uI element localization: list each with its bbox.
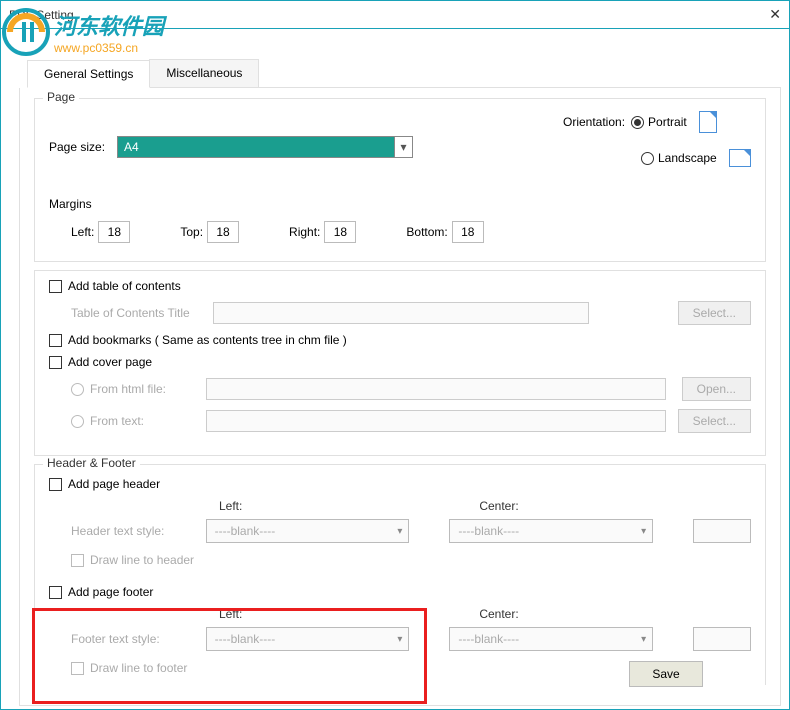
footer-right-combo[interactable] xyxy=(693,627,751,651)
margin-left-input[interactable] xyxy=(98,221,130,243)
chevron-down-icon: ▾ xyxy=(397,634,402,645)
margins-label: Margins xyxy=(49,197,751,211)
margin-bottom-label: Bottom: xyxy=(406,225,447,239)
header-footer-group: Header & Footer Add page header Left: Ce… xyxy=(34,464,766,685)
page-size-select[interactable]: A4 ▾ xyxy=(117,136,413,158)
page-group: Page Page size: A4 ▾ Orientation: Portra… xyxy=(34,98,766,262)
chevron-down-icon: ▾ xyxy=(394,137,412,157)
window-title: PDF Setting xyxy=(9,8,74,22)
chevron-down-icon: ▾ xyxy=(641,526,646,537)
radio-from-html[interactable] xyxy=(71,383,84,396)
add-footer-label: Add page footer xyxy=(68,585,153,599)
orientation-label: Orientation: xyxy=(563,115,625,129)
toc-select-button[interactable]: Select... xyxy=(678,301,751,325)
hf-col-center-2: Center: xyxy=(369,607,629,621)
radio-portrait[interactable] xyxy=(631,116,644,129)
add-toc-label: Add table of contents xyxy=(68,279,181,293)
header-right-combo[interactable] xyxy=(693,519,751,543)
page-size-label: Page size: xyxy=(49,140,117,154)
margin-bottom-input[interactable] xyxy=(452,221,484,243)
header-left-combo[interactable]: ----blank----▾ xyxy=(206,519,410,543)
header-center-combo[interactable]: ----blank----▾ xyxy=(449,519,653,543)
footer-left-combo[interactable]: ----blank----▾ xyxy=(206,627,410,651)
toc-group: Add table of contents Table of Contents … xyxy=(34,270,766,456)
checkbox-add-toc[interactable] xyxy=(49,280,62,293)
chevron-down-icon: ▾ xyxy=(641,634,646,645)
margin-right-label: Right: xyxy=(289,225,320,239)
title-bar: PDF Setting ✕ xyxy=(0,0,790,28)
checkbox-add-cover[interactable] xyxy=(49,356,62,369)
add-header-label: Add page header xyxy=(68,477,160,491)
from-text-input[interactable] xyxy=(206,410,666,432)
footer-style-label: Footer text style: xyxy=(71,632,206,646)
draw-line-footer-label: Draw line to footer xyxy=(90,661,187,675)
checkbox-add-bookmarks[interactable] xyxy=(49,334,62,347)
from-text-label: From text: xyxy=(90,414,206,428)
landscape-icon xyxy=(729,149,751,167)
save-button[interactable]: Save xyxy=(629,661,703,687)
margin-top-label: Top: xyxy=(180,225,203,239)
margin-top-input[interactable] xyxy=(207,221,239,243)
margin-left-label: Left: xyxy=(71,225,94,239)
radio-landscape[interactable] xyxy=(641,152,654,165)
checkbox-add-header[interactable] xyxy=(49,478,62,491)
tab-bar: General Settings Miscellaneous xyxy=(27,59,781,88)
portrait-icon xyxy=(699,111,717,133)
tab-general-settings[interactable]: General Settings xyxy=(27,60,150,88)
header-style-label: Header text style: xyxy=(71,524,206,538)
hf-group-title: Header & Footer xyxy=(43,456,140,470)
checkbox-draw-line-footer[interactable] xyxy=(71,662,84,675)
close-icon[interactable]: ✕ xyxy=(769,6,781,23)
from-html-input[interactable] xyxy=(206,378,666,400)
chevron-down-icon: ▾ xyxy=(397,526,402,537)
hf-col-left: Left: xyxy=(219,499,369,513)
select-button-2[interactable]: Select... xyxy=(678,409,751,433)
radio-from-text[interactable] xyxy=(71,415,84,428)
tab-miscellaneous[interactable]: Miscellaneous xyxy=(149,59,259,87)
settings-panel: Page Page size: A4 ▾ Orientation: Portra… xyxy=(19,88,781,706)
add-bookmarks-label: Add bookmarks ( Same as contents tree in… xyxy=(68,333,347,347)
open-button[interactable]: Open... xyxy=(682,377,751,401)
add-cover-label: Add cover page xyxy=(68,355,152,369)
landscape-label: Landscape xyxy=(658,151,717,165)
page-group-title: Page xyxy=(43,90,79,104)
checkbox-add-footer[interactable] xyxy=(49,586,62,599)
hf-col-center: Center: xyxy=(369,499,629,513)
draw-line-header-label: Draw line to header xyxy=(90,553,194,567)
toc-title-label: Table of Contents Title xyxy=(71,306,213,320)
margin-right-input[interactable] xyxy=(324,221,356,243)
footer-center-combo[interactable]: ----blank----▾ xyxy=(449,627,653,651)
toc-title-input[interactable] xyxy=(213,302,589,324)
checkbox-draw-line-header[interactable] xyxy=(71,554,84,567)
hf-col-right-2: Right: xyxy=(629,607,781,621)
portrait-label: Portrait xyxy=(648,115,687,129)
hf-col-right: Right: xyxy=(629,499,781,513)
hf-col-left-2: Left: xyxy=(219,607,369,621)
from-html-label: From html file: xyxy=(90,382,206,396)
page-size-value: A4 xyxy=(124,140,139,154)
